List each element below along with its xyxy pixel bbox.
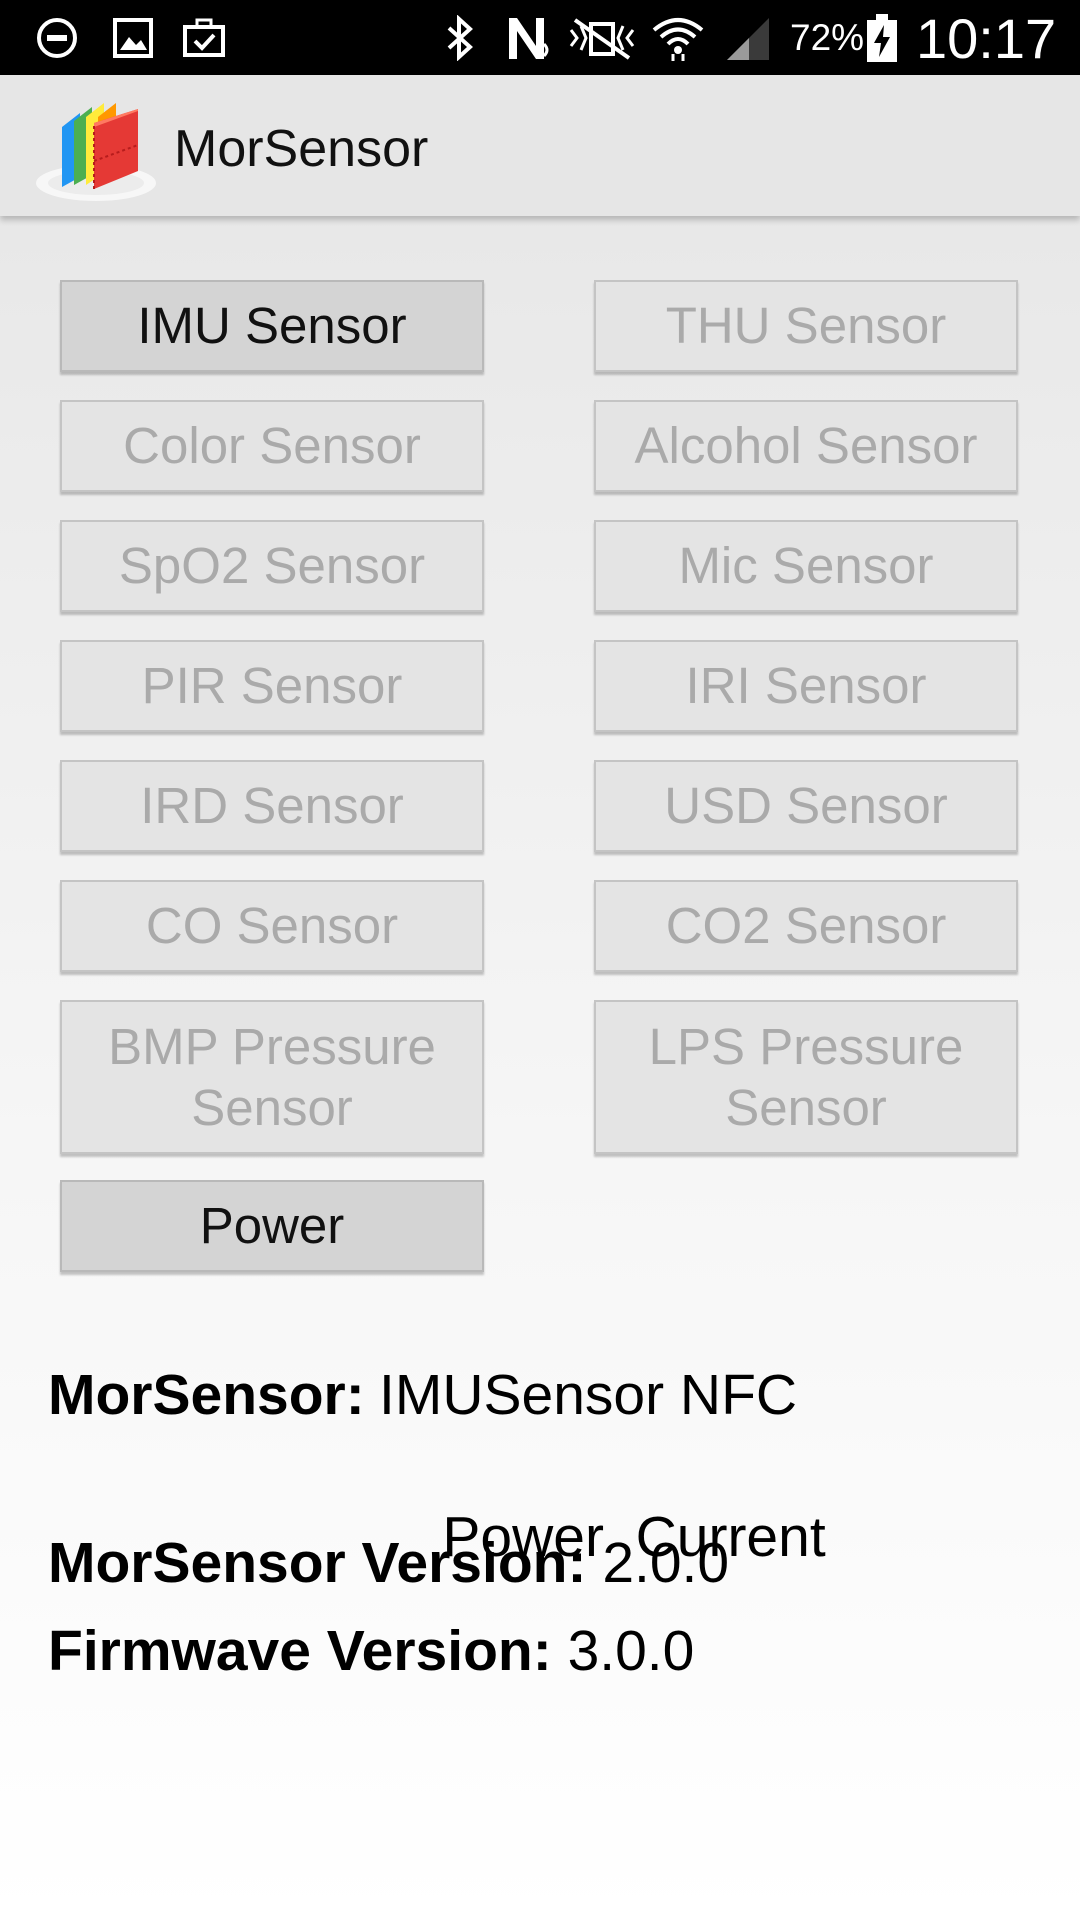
- bmp-pressure-sensor-button[interactable]: BMP Pressure Sensor: [60, 1000, 484, 1154]
- status-bar: 72% 10:17: [0, 0, 1080, 75]
- morsensor-value-line1: IMUSensor NFC: [379, 1362, 797, 1428]
- briefcase-check-icon: [180, 0, 228, 75]
- usd-sensor-button[interactable]: USD Sensor: [594, 760, 1018, 852]
- firmware-version-value: 3.0.0: [567, 1619, 695, 1683]
- co-sensor-button[interactable]: CO Sensor: [60, 880, 484, 972]
- bluetooth-icon: [440, 0, 480, 75]
- spo2-sensor-button[interactable]: SpO2 Sensor: [60, 520, 484, 612]
- app-bar: MorSensor: [0, 75, 1080, 216]
- bmp-pressure-label-line1: BMP Pressure: [108, 1017, 436, 1075]
- morsensor-version-label: MorSensor Version:: [48, 1531, 587, 1595]
- clock-time: 10:17: [916, 7, 1057, 70]
- ird-sensor-button[interactable]: IRD Sensor: [60, 760, 484, 852]
- morsensor-status-line: MorSensor:: [48, 1362, 365, 1428]
- battery-percent: 72%: [790, 17, 865, 58]
- iri-sensor-button[interactable]: IRI Sensor: [594, 640, 1018, 732]
- power-button[interactable]: Power: [60, 1180, 484, 1272]
- cell-signal-icon: [722, 0, 774, 75]
- color-sensor-button[interactable]: Color Sensor: [60, 400, 484, 492]
- co2-sensor-button[interactable]: CO2 Sensor: [594, 880, 1018, 972]
- morsensor-version-line: MorSensor Version: 2.0.0: [48, 1530, 729, 1596]
- battery-charging-icon: [862, 0, 902, 75]
- main-content: IMU Sensor THU Sensor Color Sensor Alcoh…: [0, 216, 1080, 1920]
- bmp-pressure-label-line2: Sensor: [191, 1079, 353, 1136]
- alcohol-sensor-button[interactable]: Alcohol Sensor: [594, 400, 1018, 492]
- thu-sensor-button[interactable]: THU Sensor: [594, 280, 1018, 372]
- imu-sensor-button[interactable]: IMU Sensor: [60, 280, 484, 372]
- app-logo-icon[interactable]: [34, 95, 164, 205]
- pir-sensor-button[interactable]: PIR Sensor: [60, 640, 484, 732]
- minus-circle-icon: [34, 0, 80, 75]
- mic-sensor-button[interactable]: Mic Sensor: [594, 520, 1018, 612]
- lps-pressure-sensor-button[interactable]: LPS Pressure Sensor: [594, 1000, 1018, 1154]
- wifi-icon: [650, 0, 706, 75]
- morsensor-value-line1-text: IMUSensor NFC: [379, 1363, 798, 1427]
- nfc-icon: [506, 0, 552, 75]
- morsensor-label: MorSensor:: [48, 1363, 365, 1427]
- image-icon: [110, 0, 156, 75]
- vibrate-mute-icon: [566, 0, 638, 75]
- lps-pressure-label-line1: LPS Pressure: [648, 1017, 964, 1075]
- app-title: MorSensor: [174, 120, 429, 178]
- firmware-version-line: Firmwave Version: 3.0.0: [48, 1618, 694, 1684]
- firmware-version-label: Firmwave Version:: [48, 1619, 552, 1683]
- morsensor-version-value: 2.0.0: [602, 1531, 730, 1595]
- lps-pressure-label-line2: Sensor: [725, 1079, 887, 1136]
